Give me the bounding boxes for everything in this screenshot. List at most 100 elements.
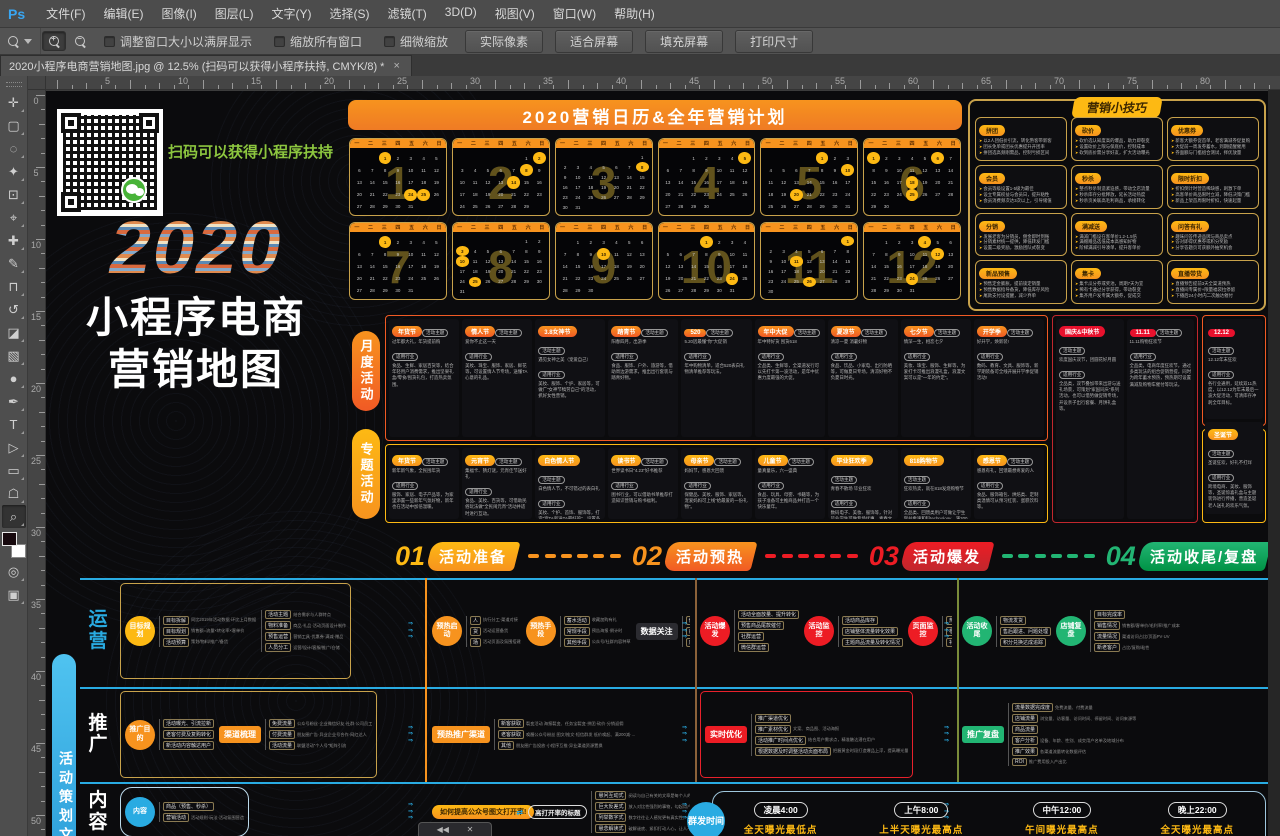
background-color-swatch[interactable] xyxy=(11,544,26,558)
menu-item-视[interactable]: 视图(V) xyxy=(486,0,544,27)
calendar-day: 21 xyxy=(366,189,379,201)
flow-item: 积分兑换达成追踪 xyxy=(1000,638,1051,647)
checkbox-label: 细微缩放 xyxy=(400,33,448,50)
blur-tool[interactable]: ● xyxy=(2,367,26,390)
tip-card: 新品预售预售定金膨胀，提前锁定销量预售数据指导备货，降低库存风险尾款支付设提醒，… xyxy=(975,260,1067,304)
gradient-tool[interactable]: ▧ xyxy=(2,344,26,367)
tip-line: 设置二级奖励，激励团队式裂变 xyxy=(979,245,1063,251)
ruler-tick xyxy=(670,83,671,89)
calendar-day: 21 xyxy=(828,267,841,277)
weekday-label: 四 xyxy=(704,224,709,231)
calendar-day: 6 xyxy=(494,164,507,176)
menu-item-文[interactable]: 文字(Y) xyxy=(262,0,320,27)
calendar-day: 5 xyxy=(777,164,790,176)
zoom-tool-preset[interactable] xyxy=(0,28,41,54)
menu-item-选[interactable]: 选择(S) xyxy=(320,0,378,27)
lasso-tool[interactable]: ◌ xyxy=(2,137,26,160)
flow-cell: 推广复盘流量数据完成度免费流量、付费流量店铺流量浏览量、访客量、访问时间、停留时… xyxy=(962,691,1268,778)
option-button-1[interactable]: 适合屏幕 xyxy=(555,30,633,53)
cluster: 高打开率的标题悬问互动式阅读与自己有关的文章是每个人的天分。巨大反差式放入对比性… xyxy=(528,791,690,833)
calendar-day: 9 xyxy=(713,248,726,260)
zoom-tool[interactable]: ⌕ xyxy=(2,505,26,528)
tip-card: 直播带货直播预告提前3天全渠道预热直播间专属价+限量福袋拉停留下播后24小时内二… xyxy=(1167,260,1259,304)
ruler-tick xyxy=(1006,80,1007,89)
menu-item-滤[interactable]: 滤镜(T) xyxy=(378,0,435,27)
healing-brush-tool[interactable]: ✚ xyxy=(2,229,26,252)
document-tab[interactable]: 2020小程序电商营销地图.jpg @ 12.5% (扫码可以获得小程序扶持, … xyxy=(0,55,412,76)
empty-day xyxy=(494,152,507,164)
menu-item-窗[interactable]: 窗口(W) xyxy=(544,0,605,27)
flow-node: 活动商品库存 xyxy=(842,616,878,625)
option-button-0[interactable]: 实际像素 xyxy=(465,30,543,53)
menu-item-图[interactable]: 图层(L) xyxy=(206,0,263,27)
empty-day xyxy=(481,236,494,246)
history-brush-tool[interactable]: ↺ xyxy=(2,298,26,321)
ruler-tick xyxy=(41,657,45,658)
quick-mask-button[interactable]: ◎ xyxy=(2,560,26,583)
eyedropper-tool[interactable]: ⌖ xyxy=(2,206,26,229)
close-icon[interactable]: ✕ xyxy=(467,825,474,834)
color-swatches[interactable] xyxy=(2,532,26,558)
type-tool[interactable]: T xyxy=(2,413,26,436)
menu-item-图[interactable]: 图像(I) xyxy=(152,0,205,27)
option-checkbox-2[interactable]: 细微缩放 xyxy=(384,33,448,50)
industry-text: 各行业通用，延续双11热度，以12.12为年末最后一波大促活动，可清库存冲刺全年… xyxy=(1208,381,1260,406)
calendar-day: 23 xyxy=(559,193,572,203)
cluster-head: 页面监控 xyxy=(908,616,938,646)
weekday-label: 三 xyxy=(690,224,695,231)
calendar-day: 24 xyxy=(726,273,739,285)
tab-close-icon[interactable]: × xyxy=(392,60,400,72)
quick-selection-tool[interactable]: ✦ xyxy=(2,160,26,183)
document-canvas[interactable]: 扫码可以获得小程序扶持 2020 小程序电商 营销地图 2020营销日历&全年营… xyxy=(46,90,1280,836)
calendar-day: 27 xyxy=(662,201,675,213)
ruler-label: 45 xyxy=(689,76,699,86)
crop-tool[interactable]: ⊡ xyxy=(2,183,26,206)
flow-node: 货 xyxy=(470,627,481,636)
screen-mode-button[interactable]: ▣ xyxy=(2,583,26,606)
flow-arrows-icon: ⇒ ⇒ ⇒ xyxy=(682,725,687,745)
row-divider xyxy=(80,578,1268,580)
zoom-out-toggle[interactable]: − xyxy=(68,31,92,51)
option-checkbox-1[interactable]: 缩放所有窗口 xyxy=(274,33,362,50)
horizontal-ruler[interactable]: 5101520253035404550556065707580 xyxy=(46,76,1280,90)
menu-item-3[interactable]: 3D(D) xyxy=(436,0,486,27)
ruler-tick xyxy=(1108,83,1109,89)
menu-item-编[interactable]: 编辑(E) xyxy=(94,0,152,27)
send-time-timeline: 群发时间 凌晨4:00全天曝光最低点上午8:00上半天曝光最高点中午12:00午… xyxy=(712,791,1266,836)
option-checkbox-0[interactable]: 调整窗口大小以满屏显示 xyxy=(104,33,252,50)
foreground-color-swatch[interactable] xyxy=(2,532,17,546)
ruler-label: 40 xyxy=(31,673,41,681)
panel-grip[interactable] xyxy=(6,82,22,87)
marquee-tool[interactable]: ▢ xyxy=(2,114,26,137)
tip-line: 砍到底价需分享好友，扩大活动曝光 xyxy=(1075,150,1159,156)
pen-tool[interactable]: ✒ xyxy=(2,390,26,413)
eraser-tool[interactable]: ◪ xyxy=(2,321,26,344)
cluster-items: 商品（预售、秒杀）营销活动活动规则·玩法·活动氛围营造 xyxy=(159,802,244,822)
shape-tool[interactable]: ▭ xyxy=(2,459,26,482)
calendar-day: 23 xyxy=(713,273,726,285)
option-button-3[interactable]: 打印尺寸 xyxy=(735,30,813,53)
brush-tool[interactable]: ✎ xyxy=(2,252,26,275)
calendar-day: 17 xyxy=(404,176,417,188)
move-tool[interactable]: ✛ xyxy=(2,91,26,114)
ruler-tick xyxy=(39,628,45,629)
ruler-tick xyxy=(510,85,511,89)
menu-item-帮[interactable]: 帮助(H) xyxy=(605,0,664,27)
path-selection-tool[interactable]: ▷ xyxy=(2,436,26,459)
holiday-card: 开学季活动主题好开学，焕新装!适用行业数码、教育、文具、服饰等，新学期装备可全线… xyxy=(974,319,1044,437)
menu-item-文[interactable]: 文件(F) xyxy=(37,0,94,27)
clone-stamp-tool[interactable]: ⊓ xyxy=(2,275,26,298)
collapse-icon[interactable]: ◀◀ xyxy=(437,825,449,834)
flow-item: 推广渠道优化 xyxy=(755,714,908,723)
flow-node: 人员分工 xyxy=(265,643,291,652)
floating-mini-bar[interactable]: ◀◀ ✕ xyxy=(418,822,492,836)
calendar-day: 25 xyxy=(726,189,739,201)
vertical-ruler[interactable]: 05101520253035404550 xyxy=(28,90,46,836)
zoom-in-toggle[interactable]: + xyxy=(42,31,66,51)
option-button-2[interactable]: 填充屏幕 xyxy=(645,30,723,53)
empty-day xyxy=(662,236,675,248)
hand-tool[interactable]: ☖ xyxy=(2,482,26,505)
industry-text: 全品类，双节叠加带来出游与送礼场景，可策划"家国同庆"系列活动，也可以借势做促销… xyxy=(1059,381,1121,412)
weekday-label: 二 xyxy=(368,140,373,147)
ruler-tick xyxy=(41,354,45,355)
